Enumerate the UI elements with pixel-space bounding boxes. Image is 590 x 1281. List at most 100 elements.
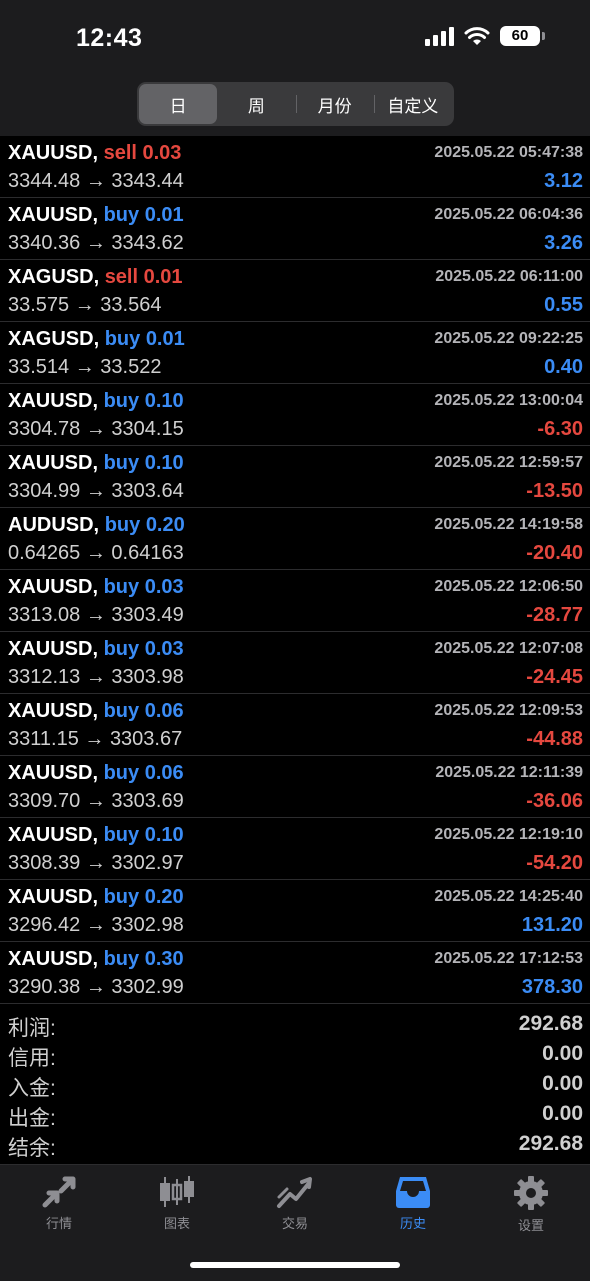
tab-history[interactable]: 历史 (354, 1175, 472, 1232)
trade-prices: 3340.36 → 3343.62 (8, 232, 184, 255)
trade-prices: 3290.38 → 3302.99 (8, 976, 184, 999)
trade-row[interactable]: XAUUSD, buy 0.06 2025.05.22 12:11:39 3309.… (0, 756, 590, 818)
close-price: 3304.15 (111, 418, 184, 440)
trade-lot: 0.06 (144, 762, 184, 784)
open-price: 3290.38 (8, 976, 81, 998)
trade-row[interactable]: XAUUSD, buy 0.06 2025.05.22 12:09:53 3311.… (0, 694, 590, 756)
open-price: 3308.39 (8, 852, 81, 874)
tab-label-history: 历史 (399, 1216, 426, 1231)
header: 12:43 60 日 周 月份 自定义 (0, 0, 590, 136)
tab-settings[interactable]: 设置 (472, 1175, 590, 1234)
segment-week[interactable]: 周 (217, 84, 295, 124)
trade-history-list: XAUUSD, sell 0.03 2025.05.22 05:47:38 3344… (0, 136, 590, 1004)
home-indicator[interactable] (190, 1262, 400, 1268)
trade-side: buy (103, 886, 140, 908)
trade-lot: 0.10 (144, 390, 184, 412)
summary-label: 入金: (8, 1077, 56, 1100)
trade-prices: 3304.99 → 3303.64 (8, 480, 184, 503)
summary-value: 0.00 (542, 1102, 583, 1125)
trade-lot: 0.01 (144, 204, 184, 226)
trade-side: buy (103, 762, 140, 784)
trade-row[interactable]: XAUUSD, buy 0.30 2025.05.22 17:12:53 3290.… (0, 942, 590, 1004)
trade-row[interactable]: AUDUSD, buy 0.20 2025.05.22 14:19:58 0.642… (0, 508, 590, 570)
summary-value: 292.68 (518, 1012, 583, 1035)
trade-profit: -54.20 (526, 852, 583, 874)
open-price: 3309.70 (8, 790, 81, 812)
arrow-icon: → (74, 356, 95, 378)
close-price: 3303.98 (111, 666, 184, 688)
symbol-name: AUDUSD, (8, 514, 100, 536)
trade-row[interactable]: XAUUSD, sell 0.03 2025.05.22 05:47:38 3344… (0, 136, 590, 198)
trade-time: 2025.05.22 12:06:50 (434, 578, 583, 595)
trade-symbol: XAUUSD, buy 0.06 (8, 700, 184, 723)
arrow-icon: → (85, 852, 106, 874)
summary-row: 入金: 0.00 (0, 1070, 590, 1100)
tab-label-trade: 交易 (281, 1216, 308, 1231)
trade-symbol: XAUUSD, buy 0.10 (8, 390, 184, 413)
trade-row[interactable]: XAGUSD, buy 0.01 2025.05.22 09:22:25 33.51… (0, 322, 590, 384)
segment-day[interactable]: 日 (139, 84, 218, 124)
summary-value: 0.00 (542, 1072, 583, 1095)
tab-label-settings: 设置 (517, 1218, 544, 1233)
trade-row[interactable]: XAUUSD, buy 0.10 2025.05.22 12:59:57 3304.… (0, 446, 590, 508)
trade-lot: 0.10 (144, 824, 184, 846)
trade-prices: 3309.70 → 3303.69 (8, 790, 184, 813)
summary-row: 结余: 292.68 (0, 1130, 590, 1160)
summary-label: 结余: (8, 1137, 56, 1160)
trade-lot: 0.20 (145, 514, 185, 536)
trade-prices: 0.64265 → 0.64163 (8, 542, 184, 565)
close-price: 3303.64 (111, 480, 184, 502)
arrow-icon: → (85, 418, 106, 440)
trade-time: 2025.05.22 12:19:10 (434, 826, 583, 843)
trade-row[interactable]: XAGUSD, sell 0.01 2025.05.22 06:11:00 33.5… (0, 260, 590, 322)
trade-side: buy (103, 204, 140, 226)
close-price: 33.522 (100, 356, 162, 378)
open-price: 33.575 (8, 294, 70, 316)
trade-lot: 0.03 (144, 638, 184, 660)
trade-side: buy (104, 328, 141, 350)
trade-symbol: XAUUSD, buy 0.03 (8, 576, 184, 599)
arrow-icon: → (85, 232, 106, 254)
trade-row[interactable]: XAUUSD, buy 0.03 2025.05.22 12:06:50 3313.… (0, 570, 590, 632)
symbol-name: XAUUSD, (8, 452, 99, 474)
trade-symbol: XAGUSD, buy 0.01 (8, 328, 185, 351)
open-price: 0.64265 (8, 542, 81, 564)
summary-row: 出金: 0.00 (0, 1100, 590, 1130)
arrow-icon: → (85, 666, 106, 688)
trade-prices: 3312.13 → 3303.98 (8, 666, 184, 689)
tab-trade[interactable]: 交易 (236, 1175, 354, 1232)
battery-icon: 60 (500, 26, 545, 46)
trade-row[interactable]: XAUUSD, buy 0.01 2025.05.22 06:04:36 3340.… (0, 198, 590, 260)
trade-side: buy (103, 452, 140, 474)
close-price: 0.64163 (111, 542, 184, 564)
status-icons: 60 (425, 26, 545, 46)
tab-quotes[interactable]: 行情 (0, 1175, 118, 1232)
trade-row[interactable]: XAUUSD, buy 0.10 2025.05.22 12:19:10 3308.… (0, 818, 590, 880)
segment-custom[interactable]: 自定义 (373, 84, 452, 124)
arrow-icon: → (85, 790, 106, 812)
symbol-name: XAUUSD, (8, 948, 99, 970)
symbol-name: XAUUSD, (8, 824, 99, 846)
trade-profit: 0.55 (544, 294, 583, 316)
tab-label-chart: 图表 (163, 1216, 190, 1231)
trade-row[interactable]: XAUUSD, buy 0.03 2025.05.22 12:07:08 3312.… (0, 632, 590, 694)
summary-label: 信用: (8, 1047, 56, 1070)
open-price: 3311.15 (8, 728, 79, 750)
trade-time: 2025.05.22 06:11:00 (435, 268, 583, 285)
trade-side: sell (104, 266, 139, 288)
open-price: 3344.48 (8, 170, 81, 192)
trade-lot: 0.01 (143, 266, 183, 288)
trade-prices: 3308.39 → 3302.97 (8, 852, 184, 875)
arrow-icon: → (85, 604, 106, 626)
account-summary: 利润: 292.68 信用: 0.00 入金: 0.00 出金: 0.00 结余: 292.68 (0, 1010, 590, 1160)
trade-prices: 33.514 → 33.522 (8, 356, 161, 379)
close-price: 3302.97 (111, 852, 184, 874)
arrow-icon: → (85, 480, 106, 502)
wifi-icon (464, 27, 490, 45)
segment-month[interactable]: 月份 (295, 84, 374, 124)
battery-level: 60 (511, 27, 529, 44)
trade-row[interactable]: XAUUSD, buy 0.20 2025.05.22 14:25:40 3296.… (0, 880, 590, 942)
tab-chart[interactable]: 图表 (118, 1175, 236, 1232)
trade-row[interactable]: XAUUSD, buy 0.10 2025.05.22 13:00:04 3304.… (0, 384, 590, 446)
trade-profit: -6.30 (537, 418, 583, 440)
